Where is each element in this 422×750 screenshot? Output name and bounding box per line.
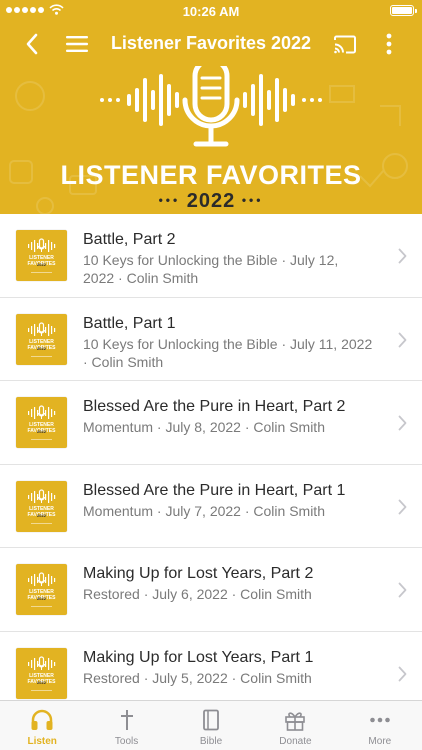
- thumbnail-year: 2022: [37, 512, 46, 518]
- banner-dots-left: •••: [158, 193, 181, 207]
- cast-icon: [334, 35, 356, 53]
- episode-title: Battle, Part 2: [83, 231, 176, 248]
- episode-title: Blessed Are the Pure in Heart, Part 2: [83, 398, 346, 415]
- episode-thumbnail: LISTENER FAVORITES 2022: [16, 647, 67, 699]
- episode-text: Battle, Part 1 10 Keys for Unlocking the …: [83, 314, 373, 371]
- banner-title: LISTENER FAVORITES: [60, 160, 362, 190]
- microphone-thumbnail-icon: [28, 655, 56, 670]
- episode-thumbnail: LISTENER FAVORITES 2022: [16, 397, 67, 448]
- tab-bible[interactable]: Bible: [169, 701, 253, 750]
- episode-text: Battle, Part 2 10 Keys for Unlocking the …: [83, 230, 373, 287]
- chevron-right-icon: [398, 248, 407, 264]
- thumbnail-divider: [31, 522, 52, 524]
- episode-text: Making Up for Lost Years, Part 1 Restored…: [83, 648, 373, 687]
- banner-artwork: LISTENER FAVORITES ••• 2022 •••: [0, 66, 422, 214]
- episode-row[interactable]: LISTENER FAVORITES 2022 Blessed Are the Pu…: [0, 465, 422, 548]
- gift-icon: [285, 712, 306, 731]
- episode-row[interactable]: LISTENER FAVORITES 2022 Battle, Part 1 10 K…: [0, 298, 422, 381]
- thumbnail-year: 2022: [37, 262, 46, 267]
- chevron-right-icon: [398, 415, 407, 431]
- episode-thumbnail: LISTENER FAVORITES 2022: [16, 564, 67, 615]
- more-dots-icon: [370, 717, 390, 723]
- episode-row[interactable]: LISTENER FAVORITES 2022 Making Up for Lost…: [0, 548, 422, 632]
- episode-subtitle: Momentum · July 7, 2022 · Colin Smith: [83, 502, 325, 519]
- thumbnail-divider: [31, 355, 52, 357]
- tab-more-label: More: [368, 736, 392, 747]
- tab-listen[interactable]: Listen: [0, 701, 84, 750]
- episode-text: Blessed Are the Pure in Heart, Part 2 Mom…: [83, 397, 373, 436]
- episode-thumbnail: LISTENER FAVORITES 2022: [16, 480, 67, 532]
- episode-row[interactable]: LISTENER FAVORITES 2022 Battle, Part 2 10 K…: [0, 214, 422, 298]
- episode-text: Making Up for Lost Years, Part 2 Restored…: [83, 564, 373, 603]
- episode-title: Blessed Are the Pure in Heart, Part 1: [83, 481, 346, 499]
- episode-title: Battle, Part 1: [83, 314, 176, 332]
- episode-subtitle: Restored · July 6, 2022 · Colin Smith: [83, 586, 312, 602]
- chevron-right-icon: [398, 666, 407, 681]
- episode-thumbnail: LISTENER FAVORITES 2022: [16, 313, 67, 365]
- microphone-thumbnail-icon: [28, 405, 56, 419]
- battery-icon: [390, 5, 417, 16]
- navigation-bar: Listener Favorites 2022: [0, 22, 422, 66]
- thumbnail-divider: [31, 439, 52, 440]
- more-options-button[interactable]: [369, 22, 409, 66]
- episode-title: Making Up for Lost Years, Part 1: [83, 648, 314, 666]
- thumbnail-year: 2022: [37, 429, 46, 434]
- cross-icon: [120, 710, 133, 730]
- episode-subtitle: 10 Keys for Unlocking the Bible · July 1…: [83, 252, 339, 286]
- vertical-dots-icon: [386, 33, 392, 55]
- microphone-thumbnail-icon: [28, 572, 56, 586]
- tab-listen-label: Listen: [27, 736, 57, 747]
- tab-tools-label: Tools: [114, 736, 139, 747]
- tab-more[interactable]: More: [338, 701, 422, 750]
- chevron-right-icon: [398, 582, 407, 598]
- episode-list: LISTENER FAVORITES 2022 Battle, Part 2 10 K…: [0, 214, 422, 715]
- microphone-soundwave-icon: [100, 66, 322, 147]
- microphone-thumbnail-icon: [28, 321, 56, 336]
- headphones-icon: [31, 709, 53, 730]
- banner-year: 2022: [186, 190, 236, 212]
- banner-year-line: ••• 2022 •••: [0, 190, 422, 213]
- episode-text: Blessed Are the Pure in Heart, Part 1 Mom…: [83, 481, 373, 520]
- episode-subtitle: Restored · July 5, 2022 · Colin Smith: [83, 669, 312, 686]
- status-time: 10:26 AM: [182, 4, 240, 19]
- status-bar: 10:26 AM: [0, 0, 422, 22]
- episode-row[interactable]: LISTENER FAVORITES 2022 Blessed Are the Pu…: [0, 381, 422, 465]
- cast-button[interactable]: [325, 22, 365, 66]
- book-icon: [203, 709, 219, 731]
- microphone-thumbnail-icon: [28, 488, 56, 503]
- chevron-right-icon: [398, 499, 407, 514]
- banner-dots-right: •••: [241, 193, 264, 207]
- thumbnail-year: 2022: [37, 596, 46, 601]
- microphone-thumbnail-icon: [28, 238, 56, 252]
- tab-bible-label: Bible: [199, 736, 223, 747]
- tab-donate[interactable]: Donate: [253, 701, 337, 750]
- episode-thumbnail: LISTENER FAVORITES 2022: [16, 230, 67, 281]
- thumbnail-divider: [31, 606, 52, 607]
- tab-bar: Listen Tools Bible Donate More: [0, 700, 422, 750]
- tab-tools[interactable]: Tools: [84, 701, 168, 750]
- chevron-right-icon: [398, 332, 407, 347]
- episode-subtitle: 10 Keys for Unlocking the Bible · July 1…: [83, 335, 373, 370]
- thumbnail-year: 2022: [37, 345, 46, 351]
- thumbnail-year: 2022: [37, 679, 46, 685]
- thumbnail-divider: [31, 689, 52, 691]
- episode-subtitle: Momentum · July 8, 2022 · Colin Smith: [83, 419, 325, 435]
- episode-title: Making Up for Lost Years, Part 2: [83, 565, 314, 582]
- thumbnail-divider: [31, 272, 52, 273]
- tab-donate-label: Donate: [279, 736, 312, 747]
